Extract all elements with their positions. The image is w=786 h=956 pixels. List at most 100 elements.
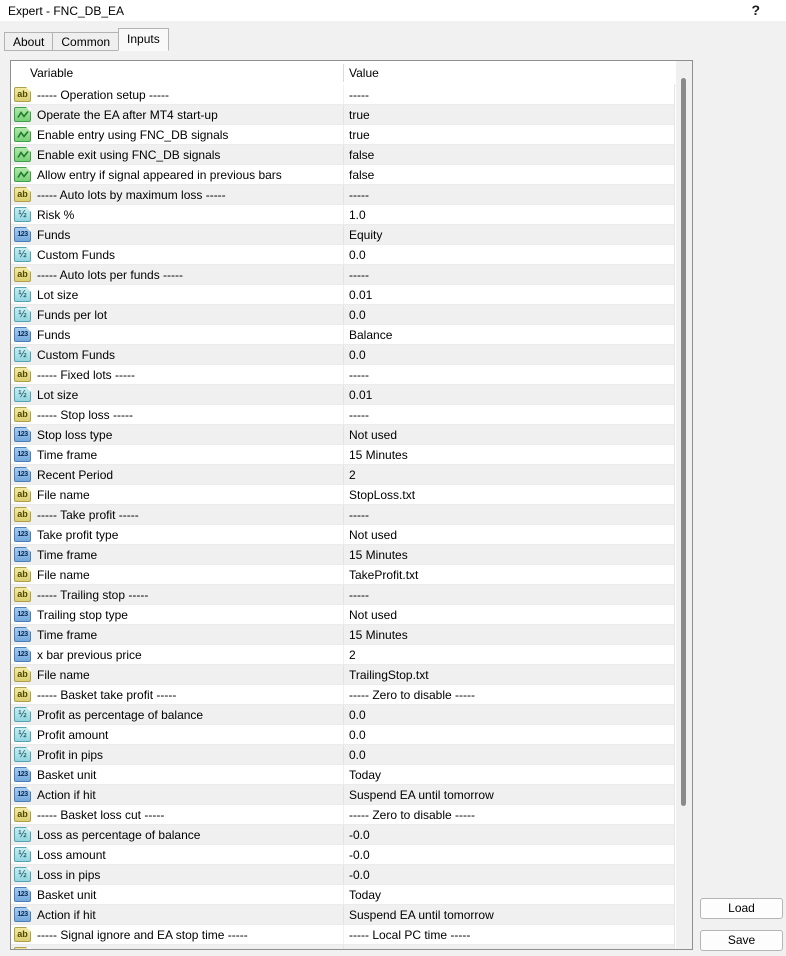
param-value[interactable]: 0.01 — [349, 288, 372, 302]
param-row[interactable]: ab File name TakeProfit.txt — [11, 565, 674, 585]
param-row[interactable]: ½ Profit as percentage of balance 0.0 — [11, 705, 674, 725]
param-row[interactable]: ½ Profit in pips 0.0 — [11, 745, 674, 765]
param-row[interactable]: 123 Time frame 15 Minutes — [11, 625, 674, 645]
param-value[interactable]: 15 Minutes — [349, 628, 408, 642]
param-value[interactable]: 0.0 — [349, 708, 366, 722]
param-row[interactable]: 123 Stop loss type Not used — [11, 425, 674, 445]
param-value[interactable]: 15 Minutes — [349, 448, 408, 462]
param-value[interactable]: 2 — [349, 468, 356, 482]
tab-inputs[interactable]: Inputs — [118, 28, 169, 51]
param-row[interactable]: 123 Action if hit Suspend EA until tomor… — [11, 785, 674, 805]
param-row[interactable]: ab ----- Trailing stop ----- ----- — [11, 585, 674, 605]
param-value[interactable]: TrailingStop.txt — [349, 668, 429, 682]
param-row[interactable]: 123 x bar previous price 2 — [11, 645, 674, 665]
param-variable: Profit as percentage of balance — [37, 708, 204, 722]
param-row[interactable]: ab ----- Take profit ----- ----- — [11, 505, 674, 525]
param-row[interactable]: ½ Custom Funds 0.0 — [11, 245, 674, 265]
param-value[interactable]: false — [349, 168, 374, 182]
param-row[interactable]: ½ Funds per lot 0.0 — [11, 305, 674, 325]
param-row[interactable]: 123 Trailing stop type Not used — [11, 605, 674, 625]
param-value[interactable]: Equity — [349, 228, 382, 242]
param-row[interactable]: ab ----- Stop loss ----- ----- — [11, 405, 674, 425]
param-value[interactable]: false — [349, 148, 374, 162]
double-param-icon: ½ — [14, 747, 31, 762]
param-value[interactable]: 1.0 — [349, 208, 366, 222]
param-row[interactable]: ab ----- Basket loss cut ----- ----- Zer… — [11, 805, 674, 825]
param-value[interactable]: ----- — [349, 88, 369, 102]
param-row[interactable]: 123 Funds Balance — [11, 325, 674, 345]
param-value[interactable]: Today — [349, 888, 381, 902]
param-value[interactable]: ----- — [349, 508, 369, 522]
param-row[interactable]: ab ----- Operation setup ----- ----- — [11, 85, 674, 105]
param-row[interactable]: ½ Lot size 0.01 — [11, 285, 674, 305]
param-value[interactable]: Balance — [349, 328, 392, 342]
param-value[interactable]: ----- — [349, 588, 369, 602]
param-row[interactable]: ½ Loss amount -0.0 — [11, 845, 674, 865]
param-value[interactable]: Not used — [349, 528, 397, 542]
param-value[interactable]: 0.0 — [349, 748, 366, 762]
param-row[interactable]: ½ Loss as percentage of balance -0.0 — [11, 825, 674, 845]
param-row[interactable]: 123 Time frame 15 Minutes — [11, 445, 674, 465]
save-button[interactable]: Save — [700, 930, 783, 951]
param-value[interactable]: ----- Local PC time ----- — [349, 928, 470, 942]
param-value[interactable]: 2 — [349, 648, 356, 662]
param-row[interactable]: 123 Time frame 15 Minutes — [11, 545, 674, 565]
param-value[interactable]: -0.0 — [349, 848, 370, 862]
param-value[interactable]: Suspend EA until tomorrow — [349, 908, 494, 922]
param-value[interactable]: Not used — [349, 608, 397, 622]
param-value[interactable]: 0.0 — [349, 348, 366, 362]
param-value[interactable]: Today — [349, 768, 381, 782]
param-row[interactable]: 123 Recent Period 2 — [11, 465, 674, 485]
param-row[interactable]: 123 Action if hit Suspend EA until tomor… — [11, 905, 674, 925]
param-value[interactable]: 0.0 — [349, 248, 366, 262]
param-value[interactable]: ----- — [349, 368, 369, 382]
tab-about[interactable]: About — [4, 32, 54, 51]
param-row[interactable]: Enable entry using FNC_DB signals true — [11, 125, 674, 145]
tab-common[interactable]: Common — [52, 32, 120, 51]
inputs-parameter-list: Variable Value ab ----- Operation setup … — [10, 60, 693, 950]
param-row[interactable]: Operate the EA after MT4 start-up true — [11, 105, 674, 125]
param-row[interactable]: ab ----- Auto lots by maximum loss -----… — [11, 185, 674, 205]
param-row[interactable]: ab ----- Auto lots per funds ----- ----- — [11, 265, 674, 285]
param-row[interactable]: 123 Basket unit Today — [11, 765, 674, 785]
param-row[interactable]: ab — [11, 945, 674, 949]
param-value[interactable]: ----- — [349, 188, 369, 202]
param-value[interactable]: ----- Zero to disable ----- — [349, 688, 475, 702]
param-value[interactable]: ----- — [349, 408, 369, 422]
param-row[interactable]: ab ----- Basket take profit ----- ----- … — [11, 685, 674, 705]
param-value[interactable]: ----- Zero to disable ----- — [349, 808, 475, 822]
param-row[interactable]: ½ Custom Funds 0.0 — [11, 345, 674, 365]
column-divider — [343, 64, 344, 82]
param-value[interactable]: true — [349, 128, 370, 142]
param-row[interactable]: 123 Take profit type Not used — [11, 525, 674, 545]
param-value[interactable]: TakeProfit.txt — [349, 568, 418, 582]
param-value[interactable]: 0.01 — [349, 388, 372, 402]
param-row[interactable]: Allow entry if signal appeared in previo… — [11, 165, 674, 185]
param-row[interactable]: Enable exit using FNC_DB signals false — [11, 145, 674, 165]
param-row[interactable]: ½ Loss in pips -0.0 — [11, 865, 674, 885]
param-row[interactable]: ab File name TrailingStop.txt — [11, 665, 674, 685]
param-row[interactable]: ab ----- Fixed lots ----- ----- — [11, 365, 674, 385]
param-value[interactable]: 15 Minutes — [349, 548, 408, 562]
param-value[interactable]: 0.0 — [349, 728, 366, 742]
vertical-scrollbar[interactable] — [676, 61, 692, 949]
param-value[interactable]: ----- — [349, 268, 369, 282]
param-value[interactable]: Not used — [349, 428, 397, 442]
param-row[interactable]: ½ Profit amount 0.0 — [11, 725, 674, 745]
param-variable: Enable exit using FNC_DB signals — [37, 148, 221, 162]
param-value[interactable]: StopLoss.txt — [349, 488, 415, 502]
help-icon[interactable]: ? — [751, 2, 760, 18]
param-row[interactable]: ½ Lot size 0.01 — [11, 385, 674, 405]
param-row[interactable]: 123 Funds Equity — [11, 225, 674, 245]
param-row[interactable]: ab File name StopLoss.txt — [11, 485, 674, 505]
param-row[interactable]: ab ----- Signal ignore and EA stop time … — [11, 925, 674, 945]
param-value[interactable]: -0.0 — [349, 868, 370, 882]
param-row[interactable]: ½ Risk % 1.0 — [11, 205, 674, 225]
param-value[interactable]: true — [349, 108, 370, 122]
vertical-scrollbar-thumb[interactable] — [681, 78, 686, 806]
param-row[interactable]: 123 Basket unit Today — [11, 885, 674, 905]
load-button[interactable]: Load — [700, 898, 783, 919]
param-value[interactable]: -0.0 — [349, 828, 370, 842]
param-value[interactable]: 0.0 — [349, 308, 366, 322]
param-value[interactable]: Suspend EA until tomorrow — [349, 788, 494, 802]
